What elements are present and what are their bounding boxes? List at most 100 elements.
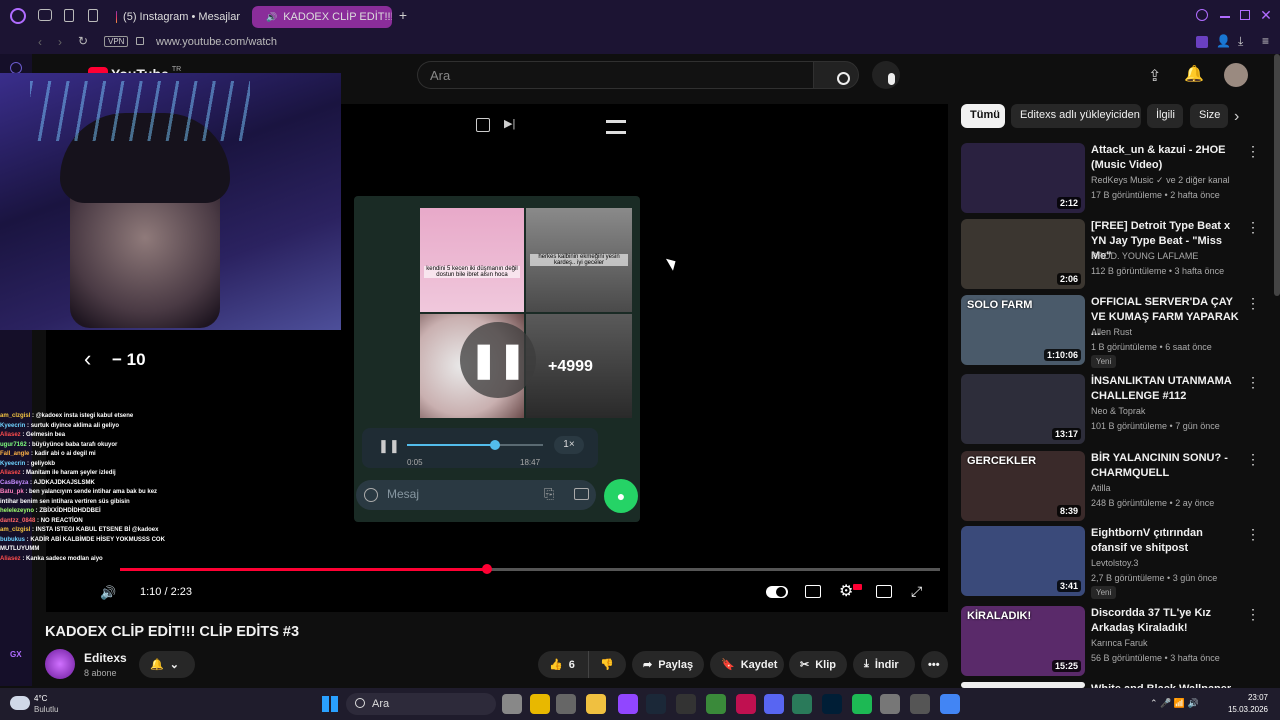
notifications-bell-icon[interactable]: 🔔 — [1184, 64, 1204, 84]
gamepad-icon[interactable] — [38, 9, 52, 21]
theater-mode-icon[interactable] — [876, 585, 892, 598]
rec-thumbnail[interactable]: 13:17 — [961, 374, 1085, 444]
extensions-icon[interactable] — [1196, 36, 1208, 48]
rec-more-icon[interactable]: ⋮ — [1246, 219, 1260, 236]
minimize-icon[interactable] — [1220, 16, 1230, 18]
settings-gear-icon[interactable]: ⚙ — [839, 581, 853, 601]
rec-thumbnail[interactable]: 3:41 — [961, 526, 1085, 596]
rec-more-icon[interactable]: ⋮ — [1246, 606, 1260, 623]
emoji-icon[interactable] — [364, 488, 378, 502]
photoshop-icon[interactable] — [822, 694, 842, 714]
rec-thumbnail[interactable]: KİRALADIK! 15:25 — [961, 606, 1085, 676]
spotify-icon[interactable] — [852, 694, 872, 714]
search-tabs-icon[interactable] — [1196, 9, 1208, 21]
taskbar-search[interactable] — [346, 693, 496, 715]
twitch-icon[interactable] — [618, 694, 638, 714]
steam-icon[interactable] — [646, 694, 666, 714]
share-button[interactable]: ➦ Paylaş — [632, 651, 704, 678]
page-icon-2[interactable] — [88, 9, 98, 22]
rec-title[interactable]: Discordda 37 TL'ye Kız Arkadaş Kiraladık… — [1091, 606, 1241, 636]
pause-icon-overlay[interactable]: ❚❚ — [460, 322, 536, 398]
rec-thumbnail[interactable]: GERCEKLER 8:39 — [961, 451, 1085, 521]
app-layers-icon[interactable] — [706, 694, 726, 714]
menu-icon[interactable]: ≡ — [1262, 34, 1269, 48]
search-input[interactable]: Ara — [417, 61, 813, 89]
rec-thumbnail[interactable]: SOLO FARM 1:10:06 — [961, 295, 1085, 365]
start-windows-icon[interactable] — [322, 696, 338, 712]
rec-channel[interactable]: Allen Rust — [1091, 325, 1251, 339]
subtitles-icon[interactable] — [805, 585, 821, 598]
rec-more-icon[interactable]: ⋮ — [1246, 374, 1260, 391]
forward-arrow-icon[interactable]: › — [58, 35, 62, 49]
attach-paperclip-icon[interactable]: ⎘ — [544, 486, 554, 502]
profile-icon[interactable]: 👤 — [1216, 34, 1231, 48]
filter-chip[interactable]: Tümü — [961, 104, 1005, 128]
rec-channel[interactable]: PROD. YOUNG LAFLAME — [1091, 249, 1251, 263]
download-button[interactable]: ⤓ İndir — [853, 651, 915, 678]
new-tab-plus-icon[interactable]: + — [396, 7, 410, 23]
fullscreen-icon[interactable]: ⤢ — [911, 583, 922, 600]
rec-more-icon[interactable]: ⋮ — [1246, 526, 1260, 543]
chips-next-chevron-icon[interactable]: › — [1234, 108, 1239, 126]
reload-icon[interactable]: ↻ — [78, 34, 88, 48]
rec-channel[interactable]: RedKeys Music ✓ ve 2 diğer kanal — [1091, 173, 1251, 187]
tab-youtube-active[interactable]: 🔊 KADOEX CLİP EDİT!!! C — [252, 6, 392, 28]
mic-send-button-icon[interactable]: ● — [604, 479, 638, 513]
channel-avatar[interactable] — [45, 649, 75, 679]
rec-title[interactable]: BİR YALANCININ SONU? - CHARMQUELL — [1091, 451, 1241, 481]
rec-more-icon[interactable]: ⋮ — [1246, 295, 1260, 312]
vpn-badge[interactable]: VPN — [104, 36, 129, 47]
filter-chip[interactable]: Size — [1190, 104, 1228, 128]
channel-name[interactable]: Editexs — [84, 651, 127, 665]
upload-icon[interactable]: ⇪ — [1148, 66, 1161, 86]
discord-icon[interactable] — [764, 694, 784, 714]
like-button[interactable]: 👍 6 — [538, 651, 588, 678]
chrome-icon-2[interactable] — [940, 694, 960, 714]
github-icon[interactable] — [676, 694, 696, 714]
rec-thumbnail[interactable]: 2:06 — [961, 219, 1085, 289]
tab-instagram[interactable]: (5) Instagram • Mesajlar — [108, 6, 248, 28]
file-explorer-icon[interactable] — [586, 694, 606, 714]
voice-search-button[interactable] — [872, 61, 900, 89]
media-icon[interactable] — [880, 694, 900, 714]
voice-progress-knob[interactable] — [490, 440, 500, 450]
rec-channel[interactable]: Atilla — [1091, 481, 1251, 495]
rec-title[interactable]: İNSANLIKTAN UTANMAMA CHALLENGE #112 — [1091, 374, 1241, 404]
seek-back-chevron-icon[interactable]: ‹ — [84, 346, 91, 372]
search-button[interactable] — [813, 61, 859, 89]
opera-logo-icon[interactable] — [10, 8, 26, 24]
close-window-icon[interactable]: ✕ — [1260, 6, 1272, 24]
more-actions-button[interactable]: ••• — [921, 651, 948, 678]
rec-title[interactable]: EightbornV çıtırından ofansif ve shitpos… — [1091, 526, 1241, 556]
rec-channel[interactable]: Levtolstoy.3 — [1091, 556, 1251, 570]
next-track-icon[interactable]: ▶| — [504, 117, 515, 130]
playback-speed-badge[interactable]: 1× — [554, 436, 584, 454]
video-progress-knob[interactable] — [482, 564, 492, 574]
rec-more-icon[interactable]: ⋮ — [1246, 451, 1260, 468]
opera-gx-icon[interactable] — [736, 694, 756, 714]
app-icon[interactable] — [556, 694, 576, 714]
volume-icon[interactable]: 🔊 — [100, 585, 116, 601]
camera-icon[interactable] — [574, 488, 589, 500]
sync-icon[interactable] — [792, 694, 812, 714]
page-icon[interactable] — [64, 9, 74, 22]
filter-chip[interactable]: Editexs adlı yükleyiciden — [1011, 104, 1141, 128]
clip-button[interactable]: ✂ Klip — [789, 651, 847, 678]
rec-thumbnail[interactable]: 2:12 — [961, 143, 1085, 213]
miniplayer-icon[interactable] — [476, 118, 490, 132]
download-icon[interactable]: ⤓ — [1238, 34, 1243, 49]
rec-channel[interactable]: Karınca Faruk — [1091, 636, 1251, 650]
voice-pause-icon[interactable]: ❚❚ — [378, 438, 400, 454]
rec-more-icon[interactable]: ⋮ — [1246, 143, 1260, 160]
account-avatar[interactable] — [1224, 63, 1248, 87]
subscribe-bell-button[interactable]: 🔔 ⌄ — [139, 651, 195, 678]
rec-title[interactable]: Attack_un & kazui - 2HOE (Music Video) — [1091, 143, 1241, 173]
scrollbar[interactable] — [1274, 54, 1280, 296]
weather-cloud-icon[interactable] — [10, 696, 30, 710]
dislike-button[interactable]: 👎 — [588, 651, 626, 678]
rec-channel[interactable]: Neo & Toprak — [1091, 404, 1251, 418]
filter-chip[interactable]: İlgili — [1147, 104, 1183, 128]
url-field[interactable]: www.youtube.com/watch — [156, 36, 277, 48]
chrome-icon[interactable] — [530, 694, 550, 714]
settings-icon[interactable] — [910, 694, 930, 714]
